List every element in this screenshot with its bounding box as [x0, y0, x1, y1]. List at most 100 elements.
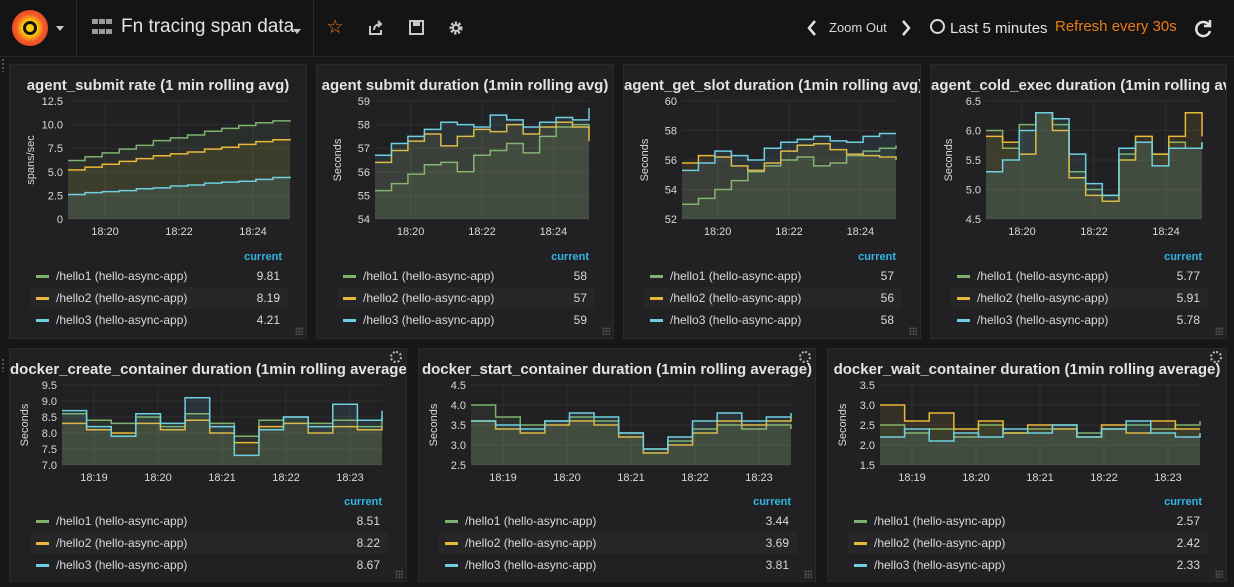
legend-color-swatch[interactable]	[445, 520, 458, 523]
legend-color-swatch[interactable]	[650, 297, 663, 300]
legend-item[interactable]: /hello1 (hello-async-app) 57	[644, 265, 902, 287]
legend-color-swatch[interactable]	[650, 319, 663, 322]
legend-color-swatch[interactable]	[36, 297, 49, 300]
legend-color-swatch[interactable]	[36, 564, 49, 567]
legend-color-swatch[interactable]	[957, 297, 970, 300]
time-back-button[interactable]	[803, 16, 821, 40]
legend-color-swatch[interactable]	[854, 542, 867, 545]
legend-color-swatch[interactable]	[854, 520, 867, 523]
legend-item[interactable]: /hello3 (hello-async-app) 2.33	[848, 554, 1208, 576]
legend-current-header[interactable]: current	[858, 251, 896, 263]
legend-item[interactable]: /hello3 (hello-async-app) 4.21	[30, 309, 288, 331]
legend-item[interactable]: /hello3 (hello-async-app) 5.78	[951, 309, 1208, 331]
panel-resize-handle[interactable]	[295, 327, 303, 335]
legend-color-swatch[interactable]	[36, 319, 49, 322]
y-axis-label: Seconds	[943, 138, 955, 181]
y-tick-label: 2.5	[451, 460, 466, 472]
y-tick-label: 55	[358, 190, 370, 202]
zoom-out-button[interactable]: Zoom Out	[829, 20, 887, 35]
legend-current-header[interactable]: current	[1164, 251, 1202, 263]
legend-current-header[interactable]: current	[1164, 496, 1202, 508]
dashboard-picker[interactable]: Fn tracing span data	[77, 0, 314, 56]
graph-chart[interactable]: 54 55 56 57 58 59 18:20 18:22 18:24 Seconds	[317, 65, 614, 249]
legend-color-swatch[interactable]	[36, 275, 49, 278]
panel-resize-handle[interactable]	[804, 570, 812, 578]
legend-color-swatch[interactable]	[445, 542, 458, 545]
legend-item[interactable]: /hello3 (hello-async-app) 58	[644, 309, 902, 331]
legend-series-name: /hello1 (hello-async-app)	[56, 269, 188, 283]
legend-item[interactable]: /hello1 (hello-async-app) 3.44	[439, 510, 797, 532]
time-forward-button[interactable]	[897, 16, 915, 40]
legend-color-swatch[interactable]	[343, 319, 356, 322]
panel-resize-handle[interactable]	[1215, 327, 1223, 335]
share-icon[interactable]	[362, 14, 390, 42]
legend-item[interactable]: /hello1 (hello-async-app) 5.77	[951, 265, 1208, 287]
refresh-button[interactable]	[1190, 16, 1216, 42]
chevron-right-icon	[902, 20, 911, 36]
time-range-picker[interactable]: Last 5 minutes	[930, 18, 1048, 37]
panel-resize-handle[interactable]	[1215, 570, 1223, 578]
legend-color-swatch[interactable]	[957, 275, 970, 278]
refresh-interval[interactable]: Refresh every 30s	[1055, 18, 1177, 35]
legend-color-swatch[interactable]	[36, 542, 49, 545]
legend-current-header[interactable]: current	[244, 251, 282, 263]
graph-chart[interactable]: 52 54 56 58 60 18:20 18:22 18:24 Seconds	[624, 65, 921, 249]
y-tick-label: 6.0	[966, 126, 981, 138]
y-tick-label: 7.5	[48, 143, 63, 155]
graph-panel[interactable]: docker_wait_container duration (1min rol…	[827, 348, 1227, 582]
save-icon[interactable]	[402, 14, 430, 42]
graph-chart[interactable]: 4.5 5.0 5.5 6.0 6.5 18:20 18:22 18:24 Seconds	[931, 65, 1227, 249]
legend-item[interactable]: /hello1 (hello-async-app) 9.81	[30, 265, 288, 287]
legend-color-swatch[interactable]	[650, 275, 663, 278]
graph-legend: current/hello1 (hello-async-app) 8.51/hel…	[30, 494, 388, 581]
x-tick-label: 18:22	[272, 472, 300, 484]
graph-chart[interactable]: 7.0 7.5 8.0 8.5 9.0 9.5 18:19 18:20 18:21 18:22 18…	[10, 349, 407, 494]
legend-item[interactable]: /hello3 (hello-async-app) 8.67	[30, 554, 388, 576]
legend-item[interactable]: /hello2 (hello-async-app) 3.69	[439, 532, 797, 554]
legend-item[interactable]: /hello1 (hello-async-app) 58	[337, 265, 595, 287]
legend-current-header[interactable]: current	[344, 496, 382, 508]
legend-series-name: /hello3 (hello-async-app)	[670, 313, 802, 327]
panel-resize-handle[interactable]	[909, 327, 917, 335]
legend-item[interactable]: /hello2 (hello-async-app) 56	[644, 287, 902, 309]
legend-current-header[interactable]: current	[551, 251, 589, 263]
graph-chart[interactable]: 0 2.5 5.0 7.5 10.0 12.5 18:20 18:22 18:24 spans/s…	[10, 65, 307, 249]
legend-color-swatch[interactable]	[445, 564, 458, 567]
legend-item[interactable]: /hello3 (hello-async-app) 3.81	[439, 554, 797, 576]
graph-chart[interactable]: 1.5 2.0 2.5 3.0 3.5 18:19 18:20 18:21 18:22 18:23…	[828, 349, 1227, 494]
row-drag-handle[interactable]	[1, 58, 5, 72]
side-menu-button[interactable]	[0, 0, 77, 56]
star-icon[interactable]: ☆	[321, 14, 349, 42]
legend-color-swatch[interactable]	[854, 564, 867, 567]
legend-color-swatch[interactable]	[36, 520, 49, 523]
graph-panel[interactable]: docker_start_container duration (1min ro…	[418, 348, 816, 582]
panel-resize-handle[interactable]	[602, 327, 610, 335]
graph-panel[interactable]: agent submit duration (1min rolling avg)…	[316, 64, 614, 339]
legend-current-value: 3.44	[765, 514, 789, 528]
legend-color-swatch[interactable]	[343, 275, 356, 278]
graph-panel[interactable]: docker_create_container duration (1min r…	[9, 348, 407, 582]
x-tick-label: 18:22	[468, 226, 496, 238]
legend-item[interactable]: /hello2 (hello-async-app) 57	[337, 287, 595, 309]
graph-panel[interactable]: agent_submit rate (1 min rolling avg) 0 2.…	[9, 64, 307, 339]
y-axis-label: Seconds	[428, 403, 440, 446]
legend-item[interactable]: /hello2 (hello-async-app) 8.19	[30, 287, 288, 309]
legend-color-swatch[interactable]	[957, 319, 970, 322]
x-tick-label: 18:19	[898, 472, 926, 484]
legend-current-value: 4.21	[256, 313, 280, 327]
legend-item[interactable]: /hello2 (hello-async-app) 2.42	[848, 532, 1208, 554]
gear-icon[interactable]	[442, 14, 470, 42]
panel-resize-handle[interactable]	[395, 570, 403, 578]
legend-color-swatch[interactable]	[343, 297, 356, 300]
graph-panel[interactable]: agent_cold_exec duration (1min rolling a…	[930, 64, 1227, 339]
legend-item[interactable]: /hello2 (hello-async-app) 5.91	[951, 287, 1208, 309]
x-tick-label: 18:19	[80, 472, 108, 484]
legend-current-header[interactable]: current	[753, 496, 791, 508]
row-drag-handle[interactable]	[1, 358, 5, 372]
legend-item[interactable]: /hello1 (hello-async-app) 8.51	[30, 510, 388, 532]
legend-item[interactable]: /hello2 (hello-async-app) 8.22	[30, 532, 388, 554]
legend-item[interactable]: /hello1 (hello-async-app) 2.57	[848, 510, 1208, 532]
graph-panel[interactable]: agent_get_slot duration (1min rolling av…	[623, 64, 921, 339]
graph-chart[interactable]: 2.5 3.0 3.5 4.0 4.5 18:19 18:20 18:21 18:22 18:23…	[419, 349, 816, 494]
legend-item[interactable]: /hello3 (hello-async-app) 59	[337, 309, 595, 331]
